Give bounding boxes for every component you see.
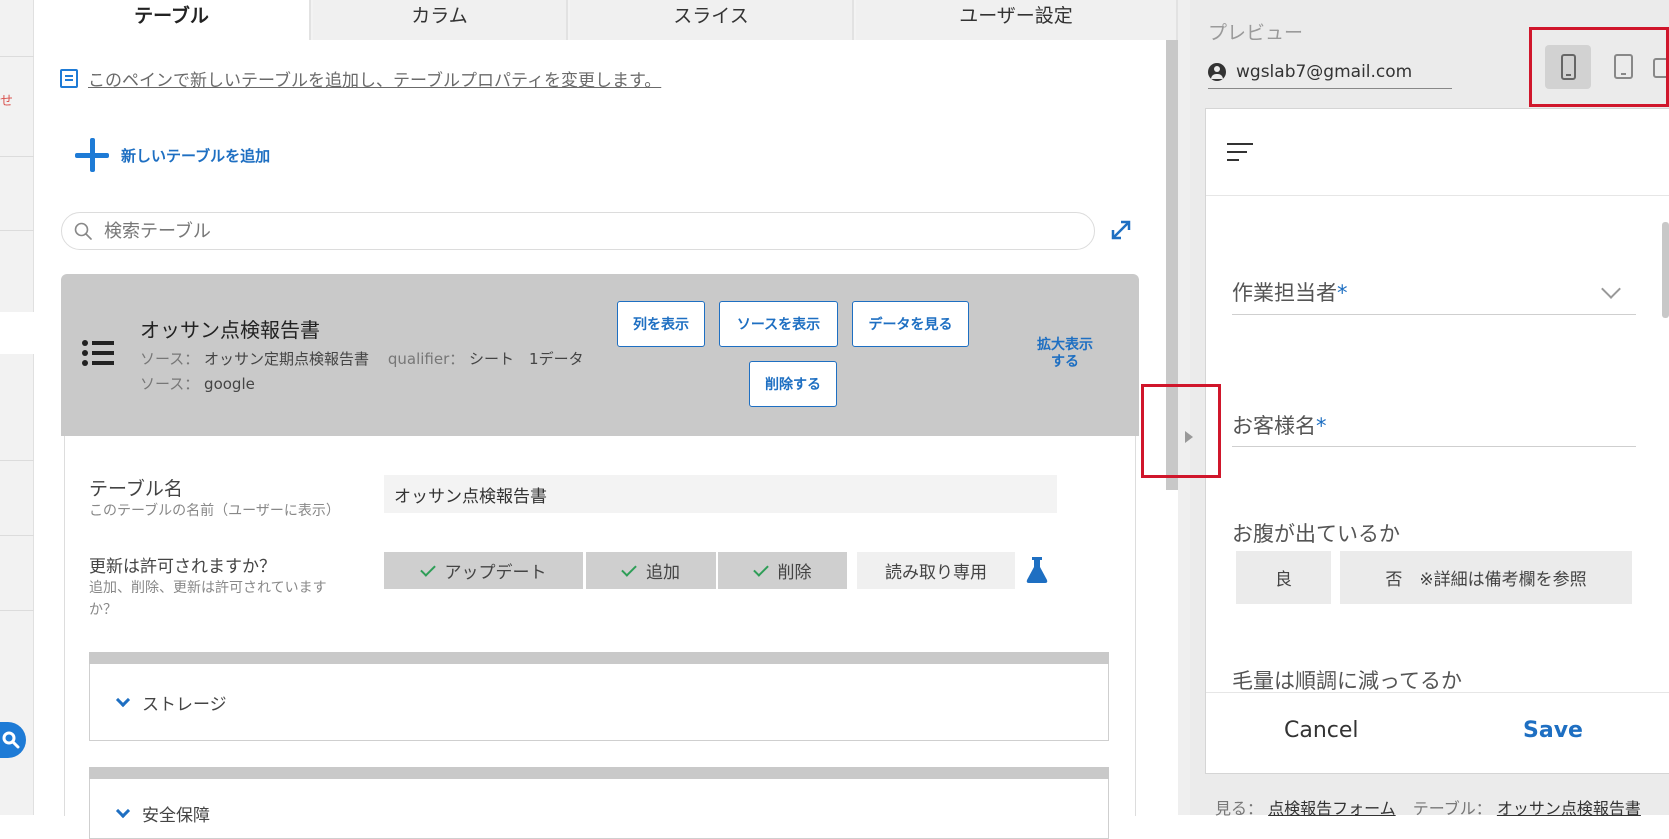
rail-active-item[interactable] — [0, 312, 34, 354]
table-card-source: ソース： オッサン定期点検報告書 qualifier： シート 1データ — [140, 350, 584, 368]
perm-readonly-toggle[interactable]: 読み取り専用 — [857, 552, 1015, 589]
search-icon — [74, 222, 92, 240]
perm-update-toggle[interactable]: アップデート — [384, 552, 583, 589]
phone-footer — [1206, 692, 1669, 773]
preview-label: プレビュー — [1208, 22, 1304, 44]
chevron-down-icon — [115, 803, 131, 818]
flask-icon[interactable] — [1026, 557, 1048, 583]
check-icon — [621, 560, 637, 577]
table-card-source-type: ソース： google — [140, 375, 255, 393]
field-worker-label: 作業担当者* — [1232, 281, 1348, 305]
table-name-label: テーブル名 — [89, 478, 183, 500]
highlight-collapse-handle — [1141, 384, 1221, 478]
option-good-button[interactable]: 良 — [1236, 551, 1331, 604]
preview-account-select[interactable]: wgslab7@gmail.com — [1208, 56, 1452, 89]
user-icon — [1208, 63, 1226, 81]
plus-icon — [75, 138, 109, 172]
storage-section-label: ストレージ — [142, 695, 227, 715]
perm-add-toggle[interactable]: 追加 — [586, 552, 716, 589]
show-source-button[interactable]: ソースを表示 — [719, 301, 838, 347]
left-rail — [0, 0, 34, 815]
updates-help: 追加、削除、更新は許可されていますか？ — [89, 580, 327, 618]
preview-account-email: wgslab7@gmail.com — [1236, 62, 1413, 82]
table-name-input[interactable] — [384, 475, 1057, 513]
sort-menu-icon[interactable] — [1227, 143, 1253, 163]
updates-label: 更新は許可されますか？ — [89, 557, 276, 577]
expand-icon[interactable] — [1108, 217, 1134, 243]
rail-red-label: せ — [0, 94, 14, 109]
delete-table-button[interactable]: 削除する — [749, 361, 837, 407]
table-search-input[interactable] — [102, 219, 1052, 243]
table-card-title: オッサン点検報告書 — [140, 318, 320, 342]
expand-view-button[interactable]: 拡大表示 する — [1030, 337, 1100, 371]
field-customer-input[interactable] — [1232, 446, 1636, 447]
chevron-down-icon — [115, 692, 131, 707]
security-section[interactable]: 安全保障 — [89, 779, 1109, 839]
field-belly-label: お腹が出ているか — [1232, 522, 1400, 546]
security-section-bar — [89, 767, 1109, 779]
check-icon — [752, 560, 769, 577]
list-icon — [82, 340, 114, 366]
search-icon — [2, 731, 20, 749]
view-link[interactable]: 点検報告フォーム — [1268, 799, 1396, 818]
highlight-device-toggles — [1529, 27, 1669, 107]
tab-slices[interactable]: スライス — [570, 0, 854, 40]
document-icon — [60, 69, 78, 88]
field-worker-input[interactable] — [1232, 314, 1636, 315]
show-columns-button[interactable]: 列を表示 — [617, 301, 705, 347]
phone-header — [1206, 109, 1669, 196]
cancel-button[interactable]: Cancel — [1284, 718, 1359, 743]
add-table-label: 新しいテーブルを追加 — [121, 146, 271, 165]
save-button[interactable]: Save — [1523, 718, 1583, 743]
phone-scrollbar[interactable] — [1662, 222, 1669, 318]
security-section-label: 安全保障 — [142, 806, 210, 826]
field-customer-label: お客様名* — [1232, 414, 1327, 438]
view-data-button[interactable]: データを見る — [852, 301, 969, 347]
check-icon — [419, 560, 436, 577]
tab-columns[interactable]: カラム — [313, 0, 568, 40]
tab-tables[interactable]: テーブル — [34, 0, 311, 40]
add-table-button[interactable]: 新しいテーブルを追加 — [75, 138, 270, 172]
table-link[interactable]: オッサン点検報告書 — [1497, 799, 1641, 818]
table-search — [61, 212, 1095, 250]
pane-info-text: このペインで新しいテーブルを追加し、テーブルプロパティを変更します。 — [88, 71, 662, 91]
preview-footer-meta: 見る： 点検報告フォーム テーブル： オッサン点検報告書 — [1215, 799, 1641, 818]
storage-section-bar — [89, 652, 1109, 664]
tab-user-settings[interactable]: ユーザー設定 — [856, 0, 1178, 40]
field-hair-label: 毛量は順調に減ってるか — [1232, 669, 1462, 693]
tab-bar: テーブル カラム スライス ユーザー設定 — [34, 0, 1178, 40]
storage-section[interactable]: ストレージ — [89, 664, 1109, 741]
pane-info-link[interactable]: このペインで新しいテーブルを追加し、テーブルプロパティを変更します。 — [60, 66, 661, 91]
option-bad-button[interactable]: 否 ※詳細は備考欄を参照 — [1340, 551, 1632, 604]
table-name-help: このテーブルの名前（ユーザーに表示） — [89, 503, 340, 519]
perm-delete-toggle[interactable]: 削除 — [718, 552, 847, 589]
